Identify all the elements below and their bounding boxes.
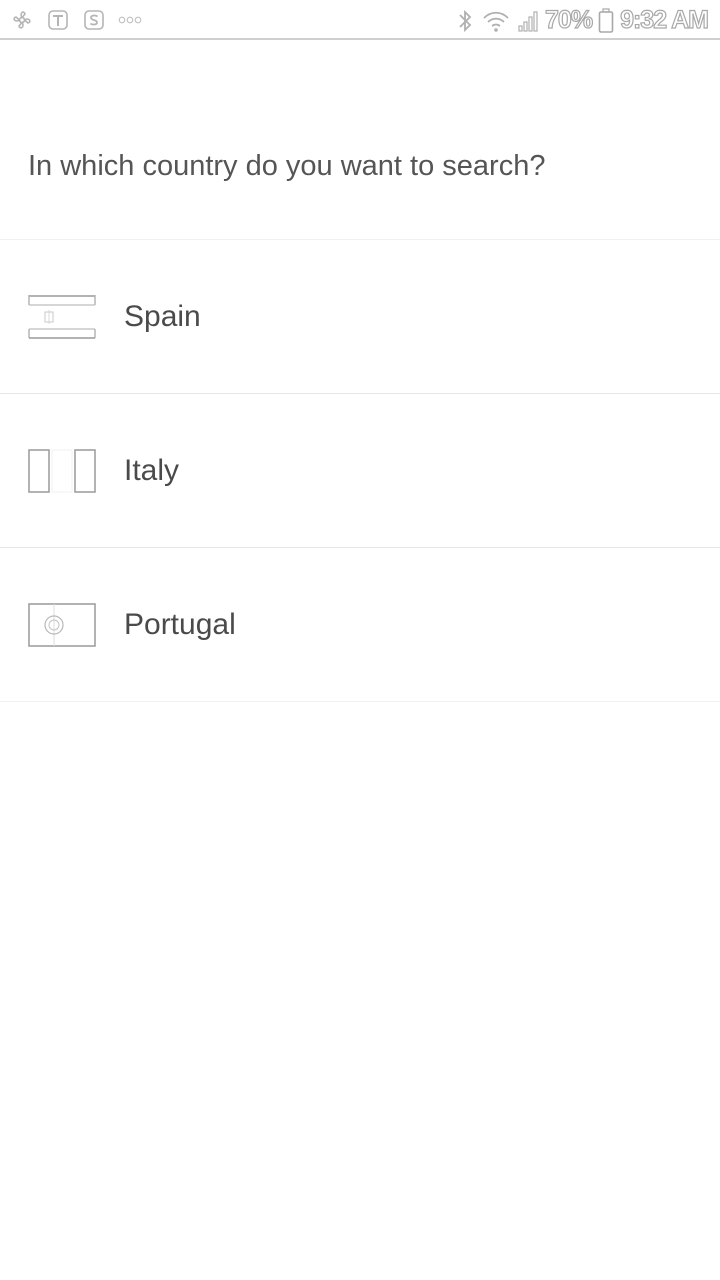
screen: 70% 9:32 AM In which country do you want… bbox=[0, 0, 720, 1280]
country-item-portugal[interactable]: Portugal bbox=[0, 548, 720, 702]
spain-flag-icon bbox=[28, 295, 96, 339]
s-app-icon bbox=[82, 8, 106, 32]
battery-icon bbox=[598, 7, 614, 34]
pinwheel-icon bbox=[10, 8, 34, 32]
more-dots-icon bbox=[118, 8, 142, 32]
signal-icon bbox=[517, 9, 539, 33]
country-item-italy[interactable]: Italy bbox=[0, 394, 720, 548]
country-name: Spain bbox=[124, 300, 201, 333]
country-name: Portugal bbox=[124, 608, 236, 641]
clock: 9:32 AM bbox=[619, 5, 709, 34]
portugal-flag-icon bbox=[28, 603, 96, 647]
italy-flag-icon bbox=[28, 449, 96, 493]
status-left-icons bbox=[10, 8, 142, 32]
t-app-icon bbox=[46, 8, 70, 32]
status-right-icons: 70% 9:32 AM bbox=[455, 5, 710, 35]
country-name: Italy bbox=[124, 454, 180, 487]
country-list: Spain Italy Portugal bbox=[0, 240, 720, 702]
bluetooth-icon bbox=[455, 8, 475, 34]
country-question: In which country do you want to search? bbox=[28, 150, 546, 182]
battery-percent: 70% bbox=[544, 5, 593, 34]
wifi-icon bbox=[481, 8, 511, 34]
status-bar: 70% 9:32 AM bbox=[0, 0, 720, 40]
country-item-spain[interactable]: Spain bbox=[0, 240, 720, 394]
